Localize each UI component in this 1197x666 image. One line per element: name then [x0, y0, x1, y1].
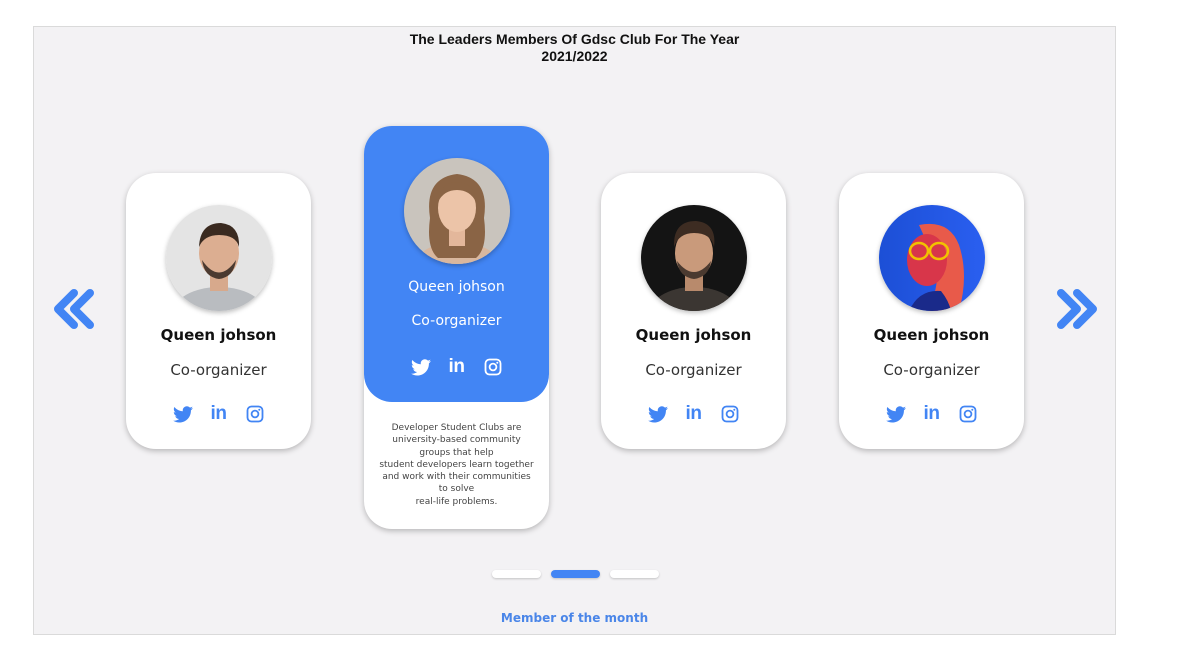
twitter-icon[interactable] [172, 403, 194, 425]
member-card-featured[interactable]: Queen johson Co-organizer in Developer S… [364, 126, 549, 529]
twitter-icon[interactable] [647, 403, 669, 425]
member-card-3[interactable]: Queen johson Co-organizer in [601, 173, 786, 449]
page-frame: The Leaders Members Of Gdsc Club For The… [33, 26, 1116, 635]
member-name: Queen johson [873, 326, 990, 344]
member-role: Co-organizer [411, 313, 502, 329]
member-role: Co-organizer [170, 361, 267, 379]
social-links: in [364, 356, 549, 378]
double-chevron-right-icon [1057, 289, 1097, 329]
social-links: in [126, 403, 311, 425]
member-description: Developer Student Clubs are university-b… [379, 423, 534, 507]
linkedin-icon[interactable]: in [446, 356, 468, 378]
member-photo-2 [404, 158, 510, 264]
linkedin-icon[interactable]: in [921, 403, 943, 425]
member-card-1[interactable]: Queen johson Co-organizer in [126, 173, 311, 449]
page-title-line2: 2021/2022 [541, 48, 608, 64]
member-photo-4 [879, 205, 985, 311]
carousel-pagination [492, 570, 659, 578]
twitter-icon[interactable] [410, 356, 432, 378]
carousel-next-button[interactable] [1055, 289, 1101, 329]
carousel-prev-button[interactable] [50, 289, 96, 329]
member-name: Queen johson [160, 326, 277, 344]
linkedin-icon[interactable]: in [683, 403, 705, 425]
member-photo-1 [166, 205, 272, 311]
member-photo-3 [641, 205, 747, 311]
member-card-4[interactable]: Queen johson Co-organizer in [839, 173, 1024, 449]
pagination-dot-3[interactable] [610, 570, 659, 578]
linkedin-icon[interactable]: in [208, 403, 230, 425]
member-name: Queen johson [635, 326, 752, 344]
page-title: The Leaders Members Of Gdsc Club For The… [34, 31, 1115, 65]
instagram-icon[interactable] [244, 403, 266, 425]
social-links: in [601, 403, 786, 425]
instagram-icon[interactable] [482, 356, 504, 378]
featured-card-header: Queen johson Co-organizer in [364, 126, 549, 402]
social-links: in [839, 403, 1024, 425]
instagram-icon[interactable] [719, 403, 741, 425]
twitter-icon[interactable] [885, 403, 907, 425]
member-name: Queen johson [408, 279, 505, 295]
pagination-dot-1[interactable] [492, 570, 541, 578]
member-role: Co-organizer [883, 361, 980, 379]
member-of-the-month-link[interactable]: Member of the month [34, 611, 1115, 625]
member-role: Co-organizer [645, 361, 742, 379]
pagination-dot-2[interactable] [551, 570, 600, 578]
instagram-icon[interactable] [957, 403, 979, 425]
page-title-line1: The Leaders Members Of Gdsc Club For The… [409, 31, 740, 47]
double-chevron-left-icon [54, 289, 94, 329]
